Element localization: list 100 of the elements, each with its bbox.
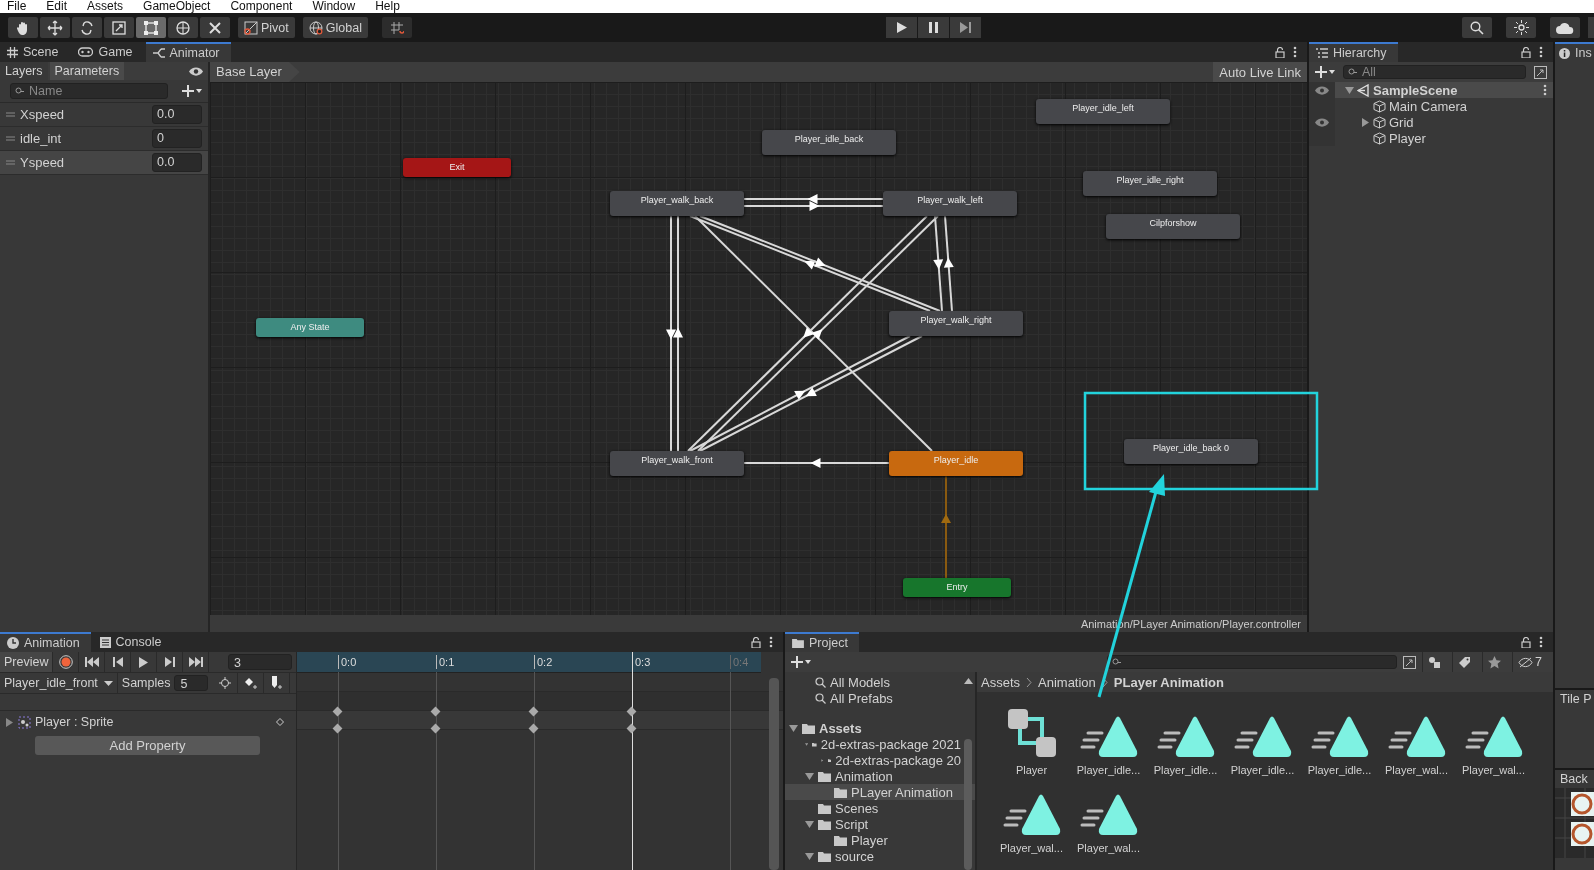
keyframe-marker[interactable] [430, 706, 441, 717]
parameter-value-field[interactable]: 0.0 [152, 105, 202, 124]
folder-row[interactable]: 2d-extras-package 20 [785, 752, 975, 768]
asset-item[interactable]: Player_wal... [993, 776, 1070, 854]
folder-row[interactable]: source [785, 848, 975, 864]
drag-handle-icon[interactable] [6, 112, 15, 117]
folder-row[interactable]: Assets [785, 720, 975, 736]
keyframe-marker[interactable] [626, 723, 637, 734]
services-button[interactable] [1506, 17, 1536, 38]
auto-live-link-button[interactable]: Auto Live Link [1213, 62, 1307, 82]
expand-arrow-icon[interactable] [805, 819, 814, 829]
transition-arrow[interactable] [743, 458, 890, 468]
expand-arrow-icon[interactable] [789, 723, 798, 733]
asset-item[interactable]: Player_wal... [1455, 698, 1532, 776]
frame-field[interactable]: 3 [228, 654, 292, 670]
panel-tab[interactable]: Ins [1555, 42, 1594, 62]
search-field[interactable] [1107, 655, 1398, 669]
panel-tab[interactable]: Scene [0, 42, 70, 62]
menu-item[interactable]: Assets [87, 0, 124, 13]
add-dropdown[interactable] [791, 656, 811, 668]
exit-node[interactable]: Exit [403, 158, 511, 177]
search-button[interactable] [1462, 17, 1492, 38]
add-dropdown[interactable] [182, 85, 202, 97]
lock-icon[interactable] [1521, 46, 1531, 58]
tool-button[interactable] [136, 17, 166, 38]
eye-icon[interactable] [1314, 84, 1330, 96]
transition-arrow[interactable] [743, 194, 884, 204]
layer-breadcrumb[interactable]: Base Layer [210, 62, 300, 82]
state-node[interactable]: Player_idle_back [762, 130, 896, 155]
eye-icon[interactable] [188, 65, 204, 77]
transition-arrow[interactable] [666, 215, 676, 452]
any-state-node[interactable]: Any State [256, 318, 364, 337]
keyframe-marker[interactable] [332, 723, 343, 734]
state-node[interactable]: Player_walk_back [610, 191, 744, 216]
pause-button[interactable] [918, 17, 950, 38]
keyframe-marker[interactable] [332, 706, 343, 717]
folder-row[interactable]: Animation [785, 768, 975, 784]
entry-node[interactable]: Entry [903, 578, 1011, 597]
more-icon[interactable] [1543, 84, 1547, 96]
more-icon[interactable] [1539, 636, 1543, 648]
transition-arrow[interactable] [743, 201, 884, 211]
hierarchy-row[interactable]: SampleScene [1309, 82, 1553, 98]
folder-row[interactable]: PLayer Animation [785, 784, 975, 800]
asset-item[interactable]: Player_idle... [1147, 698, 1224, 776]
parameter-row[interactable]: idle_int 0 [0, 127, 208, 151]
add-property-button[interactable]: Add Property [35, 736, 260, 755]
parameter-value-field[interactable]: 0.0 [152, 153, 202, 172]
grid-snap-button[interactable] [381, 17, 412, 38]
parameter-row[interactable]: Xspeed 0.0 [0, 103, 208, 127]
tool-button[interactable] [104, 17, 134, 38]
drag-handle-icon[interactable] [6, 160, 15, 165]
lock-icon[interactable] [1275, 46, 1285, 58]
breadcrumb-item[interactable]: Animation [1038, 674, 1096, 690]
asset-item[interactable]: Player_wal... [1378, 698, 1455, 776]
more-icon[interactable] [1539, 46, 1543, 58]
hierarchy-row[interactable]: Grid [1309, 114, 1553, 130]
scrollbar[interactable] [769, 678, 779, 870]
graph-canvas[interactable]: Player_idle_left Player_idle_back Exit Player_idle_right Player_walk_back Player_walk_left Cilpforshow Player_walk_right Any State Player_idle_back 0 Player_walk_front Player_idle Entry [210, 82, 1307, 615]
drag-handle-icon[interactable] [6, 136, 15, 141]
lock-icon[interactable] [751, 636, 761, 648]
pivot-button[interactable]: Pivot [238, 17, 295, 38]
scroll-up-icon[interactable] [963, 678, 973, 684]
state-node[interactable]: Cilpforshow [1106, 214, 1240, 239]
default-state-node[interactable]: Player_idle [889, 451, 1023, 476]
transition-arrow[interactable] [943, 215, 954, 312]
folder-row[interactable]: Scenes [785, 800, 975, 816]
transition-arrow[interactable] [673, 215, 683, 452]
folder-row[interactable]: 2d-extras-package 2021 [785, 736, 975, 752]
menu-item[interactable]: Edit [46, 0, 68, 13]
hierarchy-row[interactable]: Main Camera [1309, 98, 1553, 114]
tool-button[interactable] [168, 17, 198, 38]
menu-item[interactable]: File [7, 0, 27, 13]
parameter-row[interactable]: Yspeed 0.0 [0, 151, 208, 175]
asset-item[interactable]: Player_wal... [1070, 776, 1147, 854]
tool-button[interactable] [8, 17, 38, 38]
global-button[interactable]: Global [302, 17, 368, 38]
panel-tab[interactable]: Animation [0, 632, 91, 652]
expand-arrow-icon[interactable] [1345, 85, 1354, 95]
panel-tab[interactable]: Hierarchy [1309, 42, 1398, 62]
collapse-arrow-icon[interactable] [6, 717, 14, 727]
tool-button[interactable] [72, 17, 102, 38]
collapse-arrow-icon[interactable] [1361, 117, 1370, 127]
property-keyframe-lane[interactable] [297, 711, 783, 730]
asset-item[interactable]: Player_idle... [1070, 698, 1147, 776]
state-node[interactable]: Player_walk_front [610, 451, 744, 476]
clip-dropdown[interactable]: Player_idle_front [0, 673, 118, 693]
cloud-button[interactable] [1550, 17, 1580, 38]
preview-button[interactable]: Preview [0, 652, 54, 672]
panel-tab[interactable]: Project [785, 632, 859, 652]
expand-arrow-icon[interactable] [805, 851, 814, 861]
state-node[interactable]: Player_walk_left [883, 191, 1017, 216]
expand-arrow-icon[interactable] [805, 771, 814, 781]
menu-item[interactable]: GameObject [143, 0, 211, 13]
breadcrumb-item[interactable]: Assets [981, 674, 1020, 690]
panel-tab[interactable]: Animator [145, 42, 231, 62]
panel-tab[interactable]: Console [92, 632, 173, 652]
side-tab[interactable]: Layers [0, 62, 48, 80]
search-mode-icon[interactable] [1534, 65, 1547, 79]
favorite-row[interactable]: All Models [785, 674, 975, 690]
state-node[interactable]: Player_idle_back 0 [1124, 439, 1258, 464]
